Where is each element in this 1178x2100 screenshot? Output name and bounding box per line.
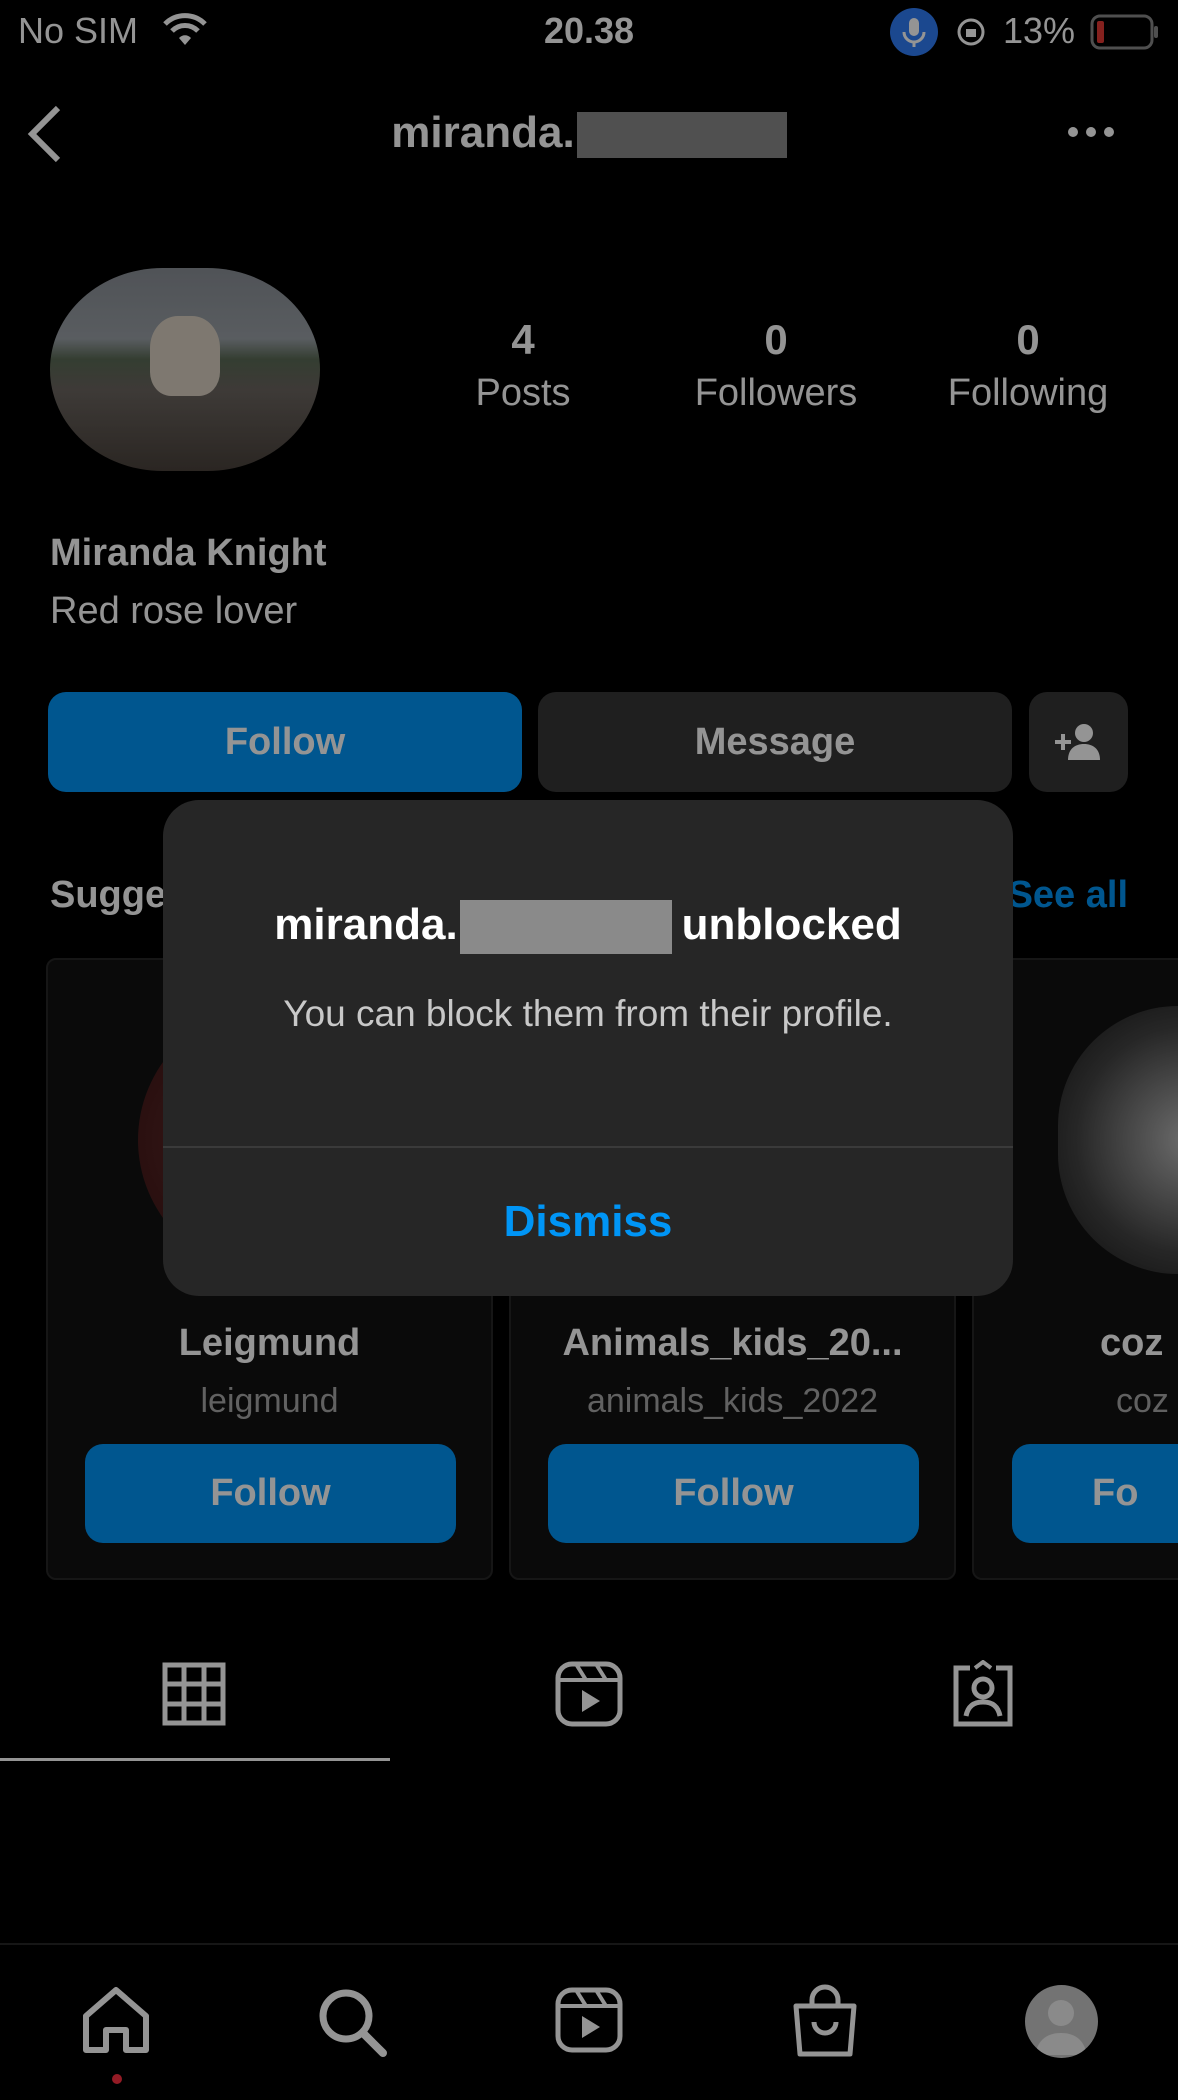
redacted-block — [459, 900, 672, 955]
unblocked-dialog: miranda. unblocked You can block them fro… — [163, 800, 1013, 1296]
dialog-title: miranda. unblocked — [163, 900, 1013, 955]
dialog-message: You can block them from their profile. — [283, 993, 893, 1034]
dismiss-button[interactable]: Dismiss — [163, 1148, 1013, 1296]
dialog-status: unblocked — [681, 900, 902, 949]
dialog-username: miranda. — [274, 900, 458, 949]
